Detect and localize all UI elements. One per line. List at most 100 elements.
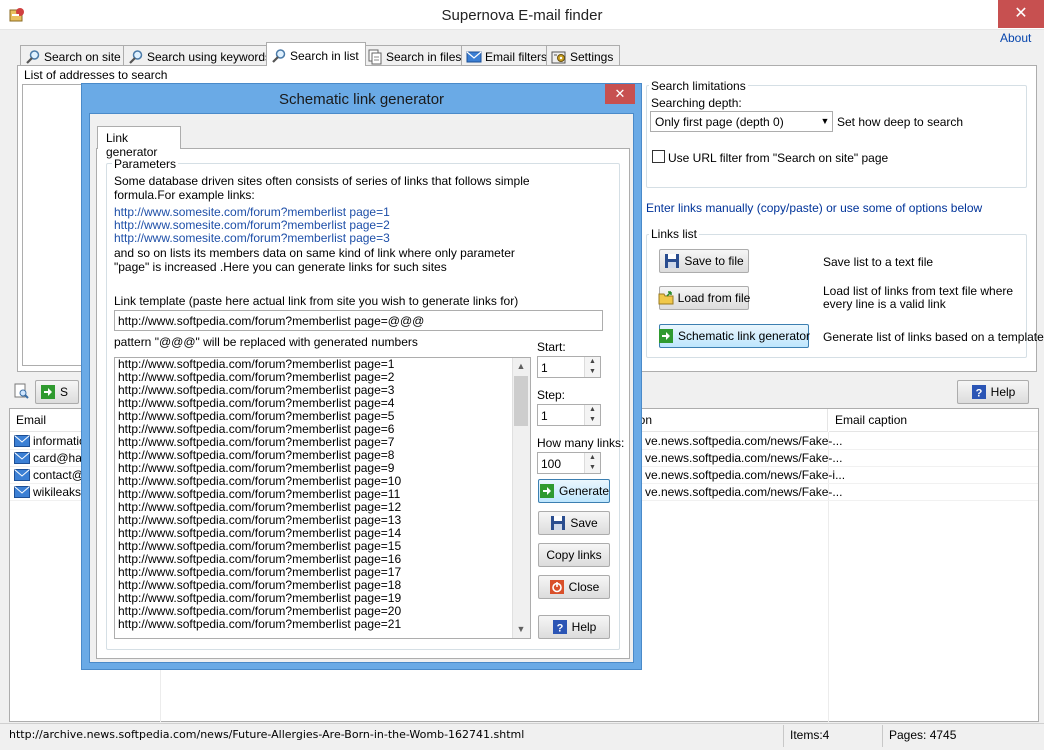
step-label: Step: [537, 388, 566, 402]
start-label: Start: [537, 340, 566, 354]
tab-settings[interactable]: Settings [546, 45, 621, 65]
explanation-text: and so on lists its members data on same… [114, 246, 515, 274]
example-link: http://www.somesite.com/forum?memberlist… [114, 205, 390, 219]
envelope-icon [14, 486, 30, 498]
load-from-file-button[interactable]: Load from file [658, 286, 751, 310]
load-from-file-description: Load list of links from text file where … [823, 284, 1014, 311]
close-button[interactable]: Close [538, 575, 610, 599]
url-filter-label[interactable]: Use URL filter from "Search on site" pag… [668, 151, 888, 165]
example-link: http://www.somesite.com/forum?memberlist… [114, 218, 390, 232]
manual-hint: Enter links manually (copy/paste) or use… [646, 201, 983, 215]
depth-hint: Set how deep to search [837, 115, 964, 129]
description-text: Some database driven sites often consist… [114, 174, 530, 202]
button-label: Help [990, 385, 1016, 399]
email-cell: contact@i [33, 468, 87, 482]
tab-label: Search using keywords [147, 49, 272, 64]
search-document-icon[interactable] [13, 383, 29, 399]
status-items: Items:4 [790, 728, 830, 742]
magnifier-icon [129, 49, 143, 64]
magnifier-icon [26, 49, 40, 64]
status-divider [882, 725, 883, 747]
example-link: http://www.somesite.com/forum?memberlist… [114, 231, 390, 245]
list-label: List of addresses to search [24, 68, 168, 82]
floppy-icon [665, 254, 680, 268]
location-cell: ve.news.softpedia.com/news/Fake-... [645, 485, 843, 499]
button-label: Save [570, 516, 598, 530]
help-button[interactable]: ? Help [957, 380, 1029, 404]
url-filter-checkbox[interactable] [652, 150, 665, 163]
pattern-note: pattern "@@@" will be replaced with gene… [114, 335, 418, 349]
folder-icon [658, 291, 674, 305]
spinner-arrows-icon[interactable]: ▲ ▼ [584, 357, 600, 377]
dialog-close-button[interactable]: ✕ [605, 84, 635, 104]
email-cell: card@hall [33, 451, 88, 465]
schematic-link-generator-button[interactable]: Schematic link generator [658, 324, 811, 348]
group-title: Search limitations [649, 79, 748, 93]
depth-label: Searching depth: [651, 96, 742, 110]
tab-link-generator[interactable]: Link generator [97, 126, 181, 159]
tab-label: Search on site [44, 49, 121, 64]
depth-select[interactable]: Only first page (depth 0) [650, 111, 833, 132]
status-url: http://archive.news.softpedia.com/news/F… [9, 728, 525, 741]
status-divider [783, 725, 784, 747]
button-label: Help [571, 620, 597, 634]
generated-link-line[interactable]: http://www.softpedia.com/forum?memberlis… [115, 618, 530, 631]
tab-search-on-site[interactable]: Search on site [20, 45, 128, 65]
tab-search-using-keywords[interactable]: Search using keywords [123, 45, 279, 65]
spinner-arrows-icon[interactable]: ▲ ▼ [584, 453, 600, 473]
save-to-file-description: Save list to a text file [823, 255, 934, 269]
button-label: Schematic link generator [677, 329, 811, 343]
tab-search-in-list[interactable]: Search in list [266, 42, 366, 66]
envelope-icon [466, 51, 482, 62]
tab-email-filters[interactable]: Email filters [461, 45, 555, 65]
table-row[interactable]: contact@i [14, 467, 87, 483]
power-icon [549, 580, 564, 594]
spinner-arrows-icon[interactable]: ▲ ▼ [584, 405, 600, 425]
copy-links-button[interactable]: Copy links [538, 543, 610, 567]
arrow-right-icon [539, 484, 554, 498]
tab-label: Search in list [290, 48, 359, 63]
settings-icon [551, 51, 566, 63]
envelope-icon [14, 452, 30, 464]
save-button[interactable]: Save [538, 511, 610, 535]
column-header-location[interactable]: ion [630, 409, 828, 432]
location-cell: ve.news.softpedia.com/news/Fake-... [645, 434, 843, 448]
schematic-description: Generate list of links based on a templa… [823, 330, 1044, 344]
tab-search-in-files[interactable]: Search in files [362, 45, 469, 65]
start-search-button[interactable]: S [35, 380, 79, 404]
count-label: How many links: [537, 436, 625, 450]
location-cell: ve.news.softpedia.com/news/Fake-i... [645, 468, 846, 482]
close-button[interactable]: ✕ [998, 0, 1044, 28]
window-title: Supernova E-mail finder [441, 7, 603, 24]
column-header-email-caption[interactable]: Email caption [829, 409, 1038, 432]
button-label: Load from file [677, 291, 751, 305]
tab-label: Settings [570, 49, 614, 64]
group-title: Parameters [112, 157, 179, 171]
scroll-up-icon[interactable]: ▲ [512, 358, 530, 375]
save-to-file-button[interactable]: Save to file [659, 249, 749, 273]
button-label: Generate [558, 484, 610, 498]
help-icon: ? [971, 385, 986, 400]
floppy-icon [551, 516, 566, 530]
arrow-right-icon [658, 329, 673, 343]
files-icon [368, 49, 382, 64]
tab-label: Search in files [386, 49, 462, 64]
chevron-down-icon[interactable]: ▼ [817, 111, 833, 132]
tab-label: Email filters [485, 49, 548, 64]
generate-button[interactable]: Generate [538, 479, 610, 503]
button-label: Save to file [684, 254, 744, 268]
generated-links-list[interactable]: http://www.softpedia.com/forum?memberlis… [114, 357, 531, 639]
help-button[interactable]: ? Help [538, 615, 610, 639]
about-link[interactable]: About [1000, 31, 1031, 45]
dialog-title: Schematic link generator [278, 91, 445, 108]
table-row[interactable]: card@hall [14, 450, 87, 466]
link-template-input[interactable]: http://www.softpedia.com/forum?memberlis… [114, 310, 603, 331]
scroll-thumb[interactable] [514, 376, 528, 426]
status-pages: Pages: 4745 [889, 728, 957, 742]
button-label: Close [568, 580, 600, 594]
svg-text:?: ? [556, 623, 563, 635]
scroll-down-icon[interactable]: ▼ [512, 621, 530, 638]
envelope-icon [14, 435, 30, 447]
template-label: Link template (paste here actual link fr… [114, 294, 519, 308]
magnifier-icon [272, 48, 286, 63]
